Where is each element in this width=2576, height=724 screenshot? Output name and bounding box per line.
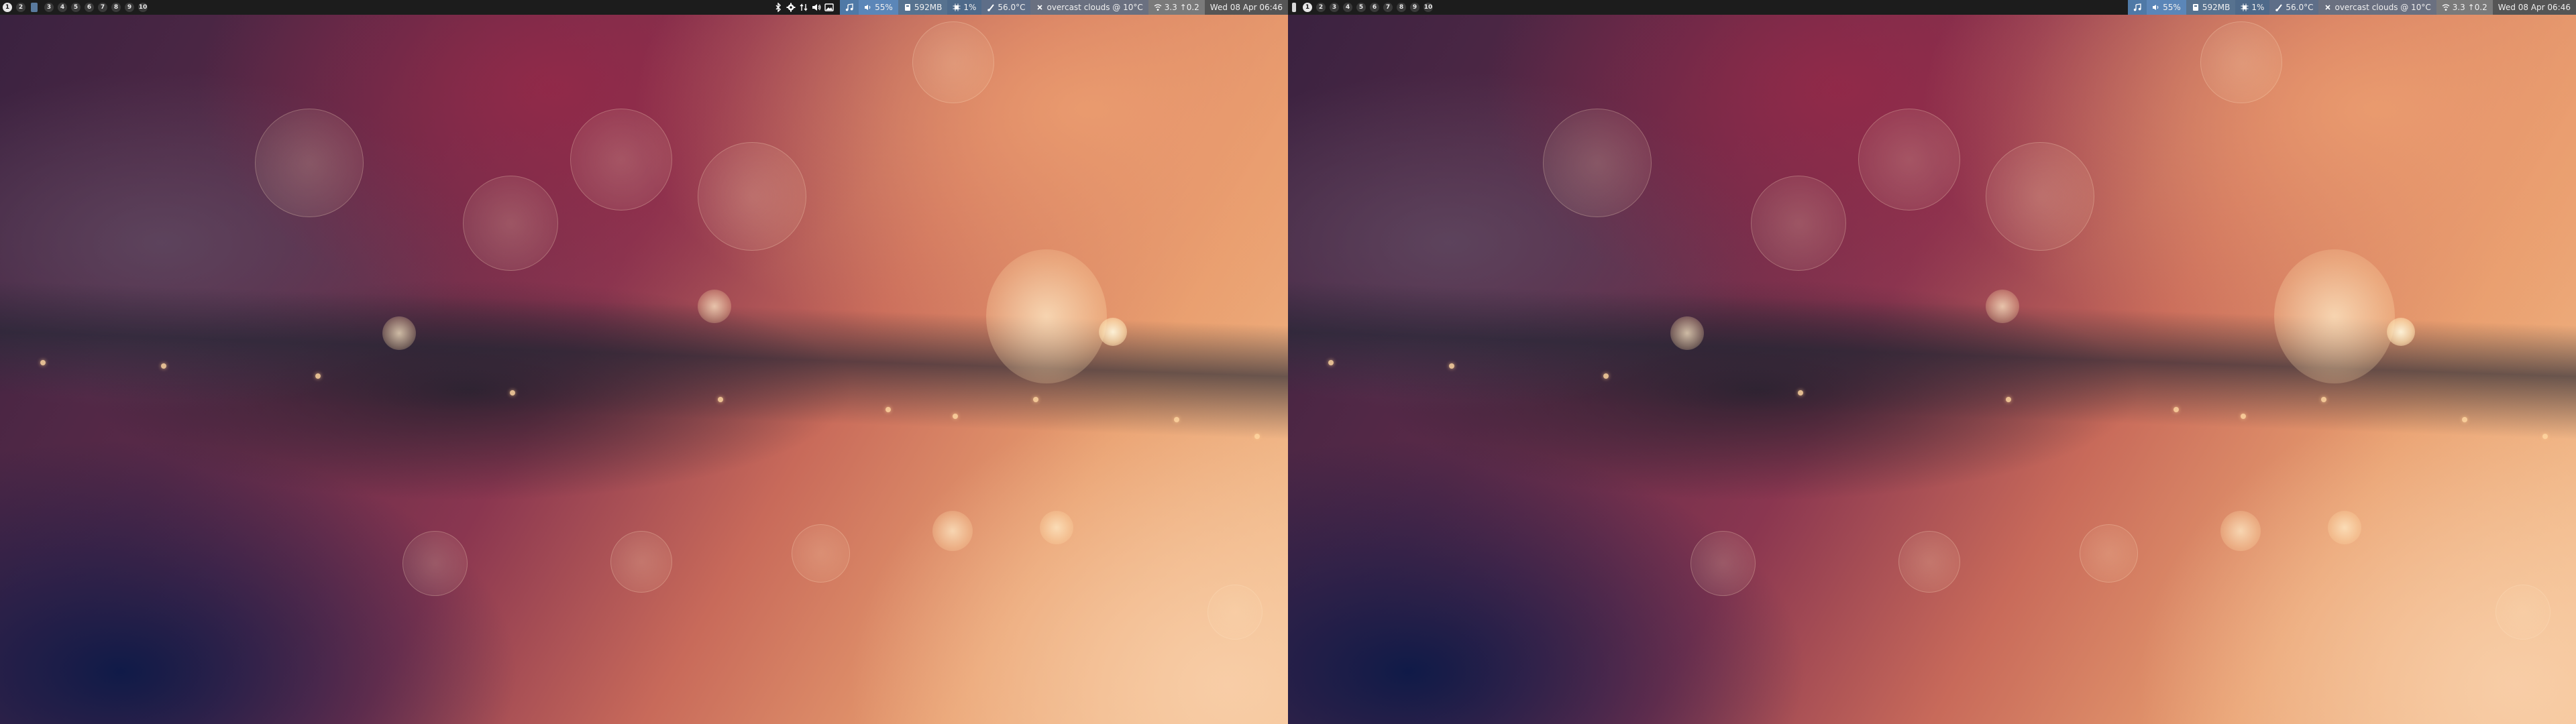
volume-icon: [2152, 3, 2160, 11]
workspace-button[interactable]: 10: [1424, 3, 1433, 12]
status-bar: 1 2 3 4 5 6 7 8 9 10 55% 592MB 1% 56.0°C…: [0, 0, 1288, 15]
system-tray: [773, 0, 840, 15]
weather-module: overcast clouds @ 10°C: [2318, 0, 2436, 15]
weather-close-icon: [2324, 3, 2332, 11]
volume-value: 55%: [2163, 3, 2181, 12]
bluetooth-icon[interactable]: [773, 2, 784, 13]
workspace-indicator: [1292, 3, 1296, 12]
workspace-button[interactable]: 5: [1356, 3, 1366, 12]
cpu-value: 1%: [963, 3, 977, 12]
weather-module: overcast clouds @ 10°C: [1030, 0, 1148, 15]
temperature-module: 56.0°C: [981, 0, 1031, 15]
weather-value: overcast clouds @ 10°C: [1046, 3, 1143, 12]
thermometer-icon: [987, 3, 995, 11]
network-value: 3.3 ↑0.2: [2452, 3, 2487, 12]
thermometer-icon: [2275, 3, 2283, 11]
weather-close-icon: [1036, 3, 1044, 11]
network-value: 3.3 ↑0.2: [1164, 3, 1199, 12]
status-modules: 55% 592MB 1% 56.0°C overcast clouds @ 10…: [2128, 0, 2576, 15]
clock-value: Wed 08 Apr 06:46: [2498, 3, 2571, 12]
workspace-button[interactable]: 8: [111, 3, 121, 12]
volume-module[interactable]: 55%: [2147, 0, 2186, 15]
memory-value: 592MB: [2202, 3, 2231, 12]
memory-value: 592MB: [914, 3, 943, 12]
cpu-icon: [2241, 3, 2249, 11]
memory-icon: [904, 3, 912, 11]
volume-icon: [864, 3, 872, 11]
cpu-module: 1%: [947, 0, 982, 15]
workspace-button[interactable]: 2: [1316, 3, 1326, 12]
workspace-button[interactable]: 7: [98, 3, 107, 12]
workspace-button[interactable]: 1: [3, 3, 12, 12]
network-arrows-icon[interactable]: [798, 2, 809, 13]
memory-module: 592MB: [2186, 0, 2236, 15]
workspace-button[interactable]: 7: [1383, 3, 1393, 12]
workspace-button[interactable]: 3: [1330, 3, 1339, 12]
music-module[interactable]: [2128, 0, 2147, 15]
music-note-icon: [2133, 3, 2141, 11]
workspace-indicator: [31, 3, 38, 12]
status-modules: 55% 592MB 1% 56.0°C overcast clouds @ 10…: [840, 0, 1288, 15]
volume-module[interactable]: 55%: [859, 0, 898, 15]
workspace-button[interactable]: 4: [1343, 3, 1352, 12]
network-module: 3.3 ↑0.2: [1148, 0, 1205, 15]
clock-value: Wed 08 Apr 06:46: [1210, 3, 1283, 12]
wifi-icon: [1154, 3, 1162, 11]
workspace-button[interactable]: 2: [16, 3, 25, 12]
desktop-wallpaper: [0, 15, 1288, 724]
status-bar: 1 2 3 4 5 6 7 8 9 10 55% 592MB 1% 56.0°C…: [1288, 0, 2576, 15]
workspace-list: 1 2 3 4 5 6 7 8 9 10: [0, 0, 148, 15]
memory-icon: [2192, 3, 2200, 11]
wifi-icon: [2442, 3, 2450, 11]
workspace-button[interactable]: 3: [44, 3, 54, 12]
cpu-value: 1%: [2251, 3, 2265, 12]
workspace-button[interactable]: 6: [1370, 3, 1379, 12]
workspace-button[interactable]: 10: [138, 3, 148, 12]
cpu-icon: [953, 3, 961, 11]
network-module: 3.3 ↑0.2: [2436, 0, 2493, 15]
temperature-value: 56.0°C: [2286, 3, 2314, 12]
monitor-right: 1 2 3 4 5 6 7 8 9 10 55% 592MB 1% 56.0°C…: [1288, 0, 2576, 724]
workspace-button[interactable]: 4: [58, 3, 67, 12]
clock-module[interactable]: Wed 08 Apr 06:46: [1204, 0, 1288, 15]
volume-value: 55%: [875, 3, 893, 12]
workspace-button[interactable]: 9: [125, 3, 134, 12]
settings-icon[interactable]: [786, 2, 796, 13]
image-icon[interactable]: [824, 2, 835, 13]
music-module[interactable]: [840, 0, 859, 15]
memory-module: 592MB: [898, 0, 948, 15]
desktop-wallpaper: [1288, 15, 2576, 724]
temperature-module: 56.0°C: [2269, 0, 2319, 15]
workspace-button[interactable]: 5: [71, 3, 80, 12]
workspace-button[interactable]: 8: [1397, 3, 1406, 12]
monitor-left: 1 2 3 4 5 6 7 8 9 10 55% 592MB 1% 56.0°C…: [0, 0, 1288, 724]
workspace-button[interactable]: 6: [85, 3, 94, 12]
workspace-button[interactable]: 9: [1410, 3, 1419, 12]
music-note-icon: [845, 3, 853, 11]
cpu-module: 1%: [2235, 0, 2270, 15]
speaker-icon[interactable]: [811, 2, 822, 13]
workspace-button[interactable]: 1: [1303, 3, 1312, 12]
workspace-list: 1 2 3 4 5 6 7 8 9 10: [1288, 0, 1433, 15]
temperature-value: 56.0°C: [998, 3, 1026, 12]
weather-value: overcast clouds @ 10°C: [2334, 3, 2431, 12]
clock-module[interactable]: Wed 08 Apr 06:46: [2492, 0, 2576, 15]
